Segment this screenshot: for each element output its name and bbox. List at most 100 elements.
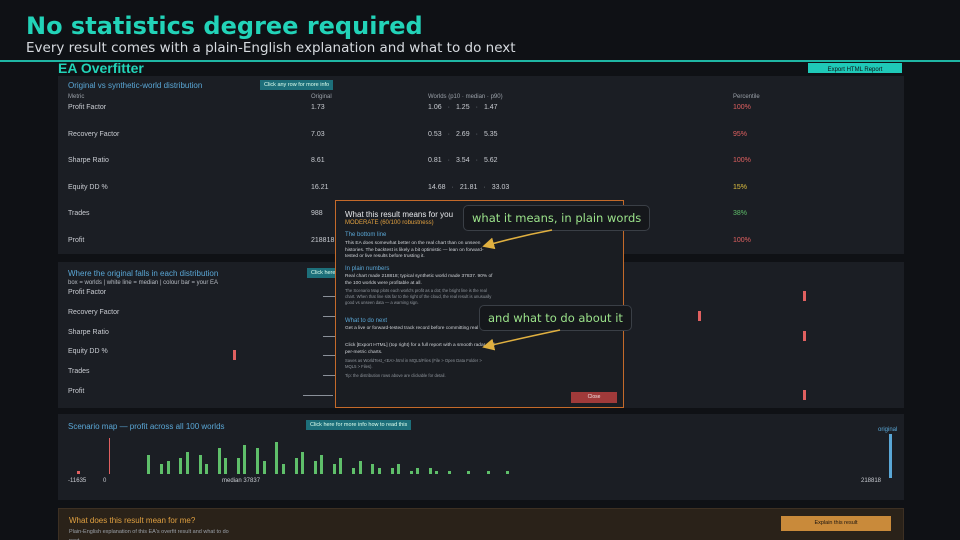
zero-label: 0	[103, 478, 107, 484]
next-step-2: Click [Export HTML] (top right) for a fu…	[345, 343, 495, 355]
where-row-label: Profit Factor	[68, 289, 107, 296]
banner-title: No statistics degree required	[26, 12, 423, 40]
original-marker	[803, 291, 806, 301]
metric-name: Trades	[68, 210, 90, 217]
scenario-dot-stack	[77, 470, 80, 474]
worlds-median: 3.54	[455, 157, 470, 164]
next-step-1: Get a live or forward-tested track recor…	[345, 326, 496, 331]
numbers-heading: In plain numbers	[345, 266, 390, 272]
distribution-row[interactable]: Profit Factor 1.73 1.06 · 1.25 · 1.47 100%	[58, 104, 904, 130]
distribution-whisker	[323, 296, 335, 297]
next-heading: What to do next	[345, 318, 388, 324]
scenario-dot-stack	[429, 467, 432, 474]
metric-name: Equity DD %	[68, 183, 108, 191]
scenario-info-button[interactable]: Click here for more info how to read thi…	[306, 420, 412, 430]
scenario-dot-stack	[358, 461, 362, 474]
scenario-dot-stack	[397, 464, 400, 474]
scenario-dot-stack	[205, 464, 208, 474]
bottom-line-text: This EA does somewhat better on the real…	[345, 241, 484, 259]
metric-original: 16.21	[311, 183, 329, 191]
header-original: Original	[311, 94, 332, 100]
worlds-p90: 33.03	[491, 183, 510, 191]
header-worlds: Worlds (p10 · median · p90)	[428, 94, 503, 100]
callout-action: and what to do about it	[479, 305, 632, 331]
scenario-dot-stack	[217, 448, 221, 474]
scenario-dot-stack	[339, 458, 343, 474]
worlds-p90: 1.47	[483, 104, 498, 111]
header-metric: Metric	[68, 94, 85, 100]
scenario-dot-stack	[237, 458, 240, 474]
scenario-panel: Scenario map — profit across all 100 wor…	[58, 414, 904, 500]
metric-percentile: 100%	[733, 157, 751, 164]
metric-name: Profit Factor	[68, 104, 107, 111]
metric-worlds: 1.06 · 1.25 · 1.47	[428, 104, 498, 111]
scenario-dot-stack	[333, 464, 336, 474]
explain-result-button[interactable]: Explain this result	[781, 516, 891, 531]
metric-original: 988	[311, 210, 323, 217]
scenario-dot-stack	[243, 445, 247, 474]
next-note: Saves as WorldTest_<EA>.html in MQL5/Fil…	[345, 358, 482, 369]
metric-percentile: 100%	[733, 236, 751, 244]
min-label: -11635	[68, 478, 87, 484]
metric-original: 218818.	[311, 236, 337, 244]
where-row-label: Equity DD %	[68, 348, 108, 356]
original-label: original	[878, 427, 898, 433]
close-button[interactable]: Close	[571, 392, 617, 403]
scenario-dot-stack	[377, 467, 381, 474]
callout-meaning: what it means, in plain words	[463, 205, 651, 231]
scenario-dot-stack	[301, 451, 304, 474]
worlds-p10: 0.81	[428, 157, 442, 164]
scenario-dot-stack	[467, 470, 471, 474]
metric-worlds: 0.53 · 2.69 · 5.35	[428, 130, 498, 138]
where-row-label: Sharpe Ratio	[68, 328, 109, 336]
worlds-median: 1.25	[455, 104, 470, 111]
metric-original: 1.73	[311, 104, 325, 111]
metric-percentile: 38%	[733, 210, 748, 217]
original-marker	[803, 390, 806, 400]
explanation-modal: What this result means for you MODERATE …	[335, 200, 624, 408]
where-legend: box = worlds | white line = median | col…	[68, 280, 219, 286]
meaning-title: What does this result mean for me?	[69, 516, 196, 525]
metric-original: 8.61	[311, 157, 325, 164]
distribution-whisker	[323, 335, 335, 337]
metric-name: Profit	[68, 236, 85, 244]
worlds-p10: 1.06	[428, 104, 442, 111]
scenario-dot-stack	[390, 467, 394, 474]
scenario-dot-stack	[352, 467, 356, 474]
meaning-panel: What does this result mean for me? Plain…	[58, 508, 904, 540]
distribution-whisker	[323, 355, 335, 357]
median-label: median 37837	[222, 478, 261, 484]
scenario-dot-stack	[281, 464, 285, 474]
banner-divider	[0, 60, 960, 62]
scenario-dot-stack	[224, 458, 228, 474]
numbers-note: The Scenario Map plots each world's prof…	[345, 288, 492, 305]
distribution-row[interactable]: Sharpe Ratio 8.61 0.81 · 3.54 · 5.62 100%	[58, 157, 904, 183]
original-line	[889, 434, 892, 478]
scenario-dot-stack	[435, 470, 439, 474]
metric-percentile: 100%	[733, 104, 751, 111]
scenario-dot-stack	[320, 454, 324, 474]
scenario-dot-stack	[166, 461, 170, 474]
distribution-whisker	[323, 375, 335, 377]
bottom-line-heading: The bottom line	[345, 232, 387, 238]
distribution-row[interactable]: Recovery Factor 7.03 0.53 · 2.69 · 5.35 95%	[58, 131, 904, 157]
scenario-dot-stack	[371, 464, 375, 474]
modal-title: What this result means for you	[345, 210, 454, 219]
distribution-whisker	[303, 395, 333, 396]
metric-name: Sharpe Ratio	[68, 157, 109, 164]
scenario-dot-stack	[160, 464, 164, 474]
export-html-button[interactable]: Export HTML Report	[808, 63, 902, 73]
row-info-button[interactable]: Click any row for more info	[260, 80, 334, 90]
header-percentile: Percentile	[733, 94, 760, 100]
worlds-p90: 5.35	[483, 130, 498, 138]
original-marker	[698, 310, 701, 321]
scenario-dot-stack	[294, 458, 298, 474]
scenario-dot-stack	[505, 470, 509, 474]
scenario-dot-stack	[256, 448, 260, 474]
original-marker	[803, 330, 806, 341]
scenario-dot-stack	[262, 461, 266, 474]
scenario-dot-stack	[409, 470, 413, 474]
metric-worlds: 14.68 · 21.81 · 33.03	[428, 183, 510, 191]
worlds-median: 2.69	[455, 130, 470, 138]
modal-verdict: MODERATE (60/100 robustness)	[345, 220, 434, 226]
